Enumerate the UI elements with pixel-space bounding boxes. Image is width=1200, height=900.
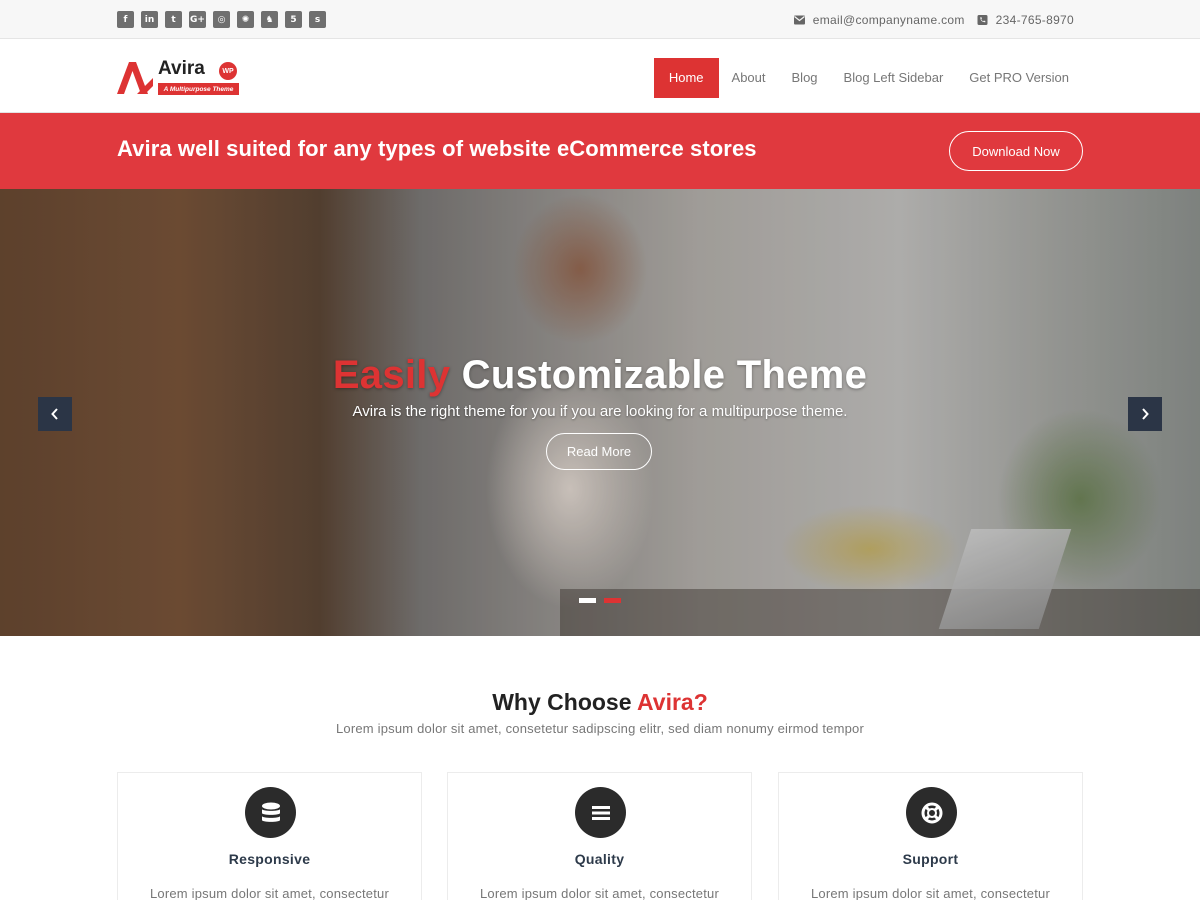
email-text: email@companyname.com	[812, 13, 965, 27]
hero-title: Easily Customizable Theme	[0, 353, 1200, 398]
slider-dot-2[interactable]	[604, 598, 621, 603]
feature-text: Lorem ipsum dolor sit amet, consectetur	[149, 886, 389, 900]
logo-badge: WP	[219, 62, 237, 80]
top-bar: f in t G+ ◎ ✺ ♞ 5 s email@companyname.co…	[0, 0, 1200, 39]
facebook-icon[interactable]: f	[117, 11, 134, 28]
slider-next-button[interactable]	[1128, 397, 1162, 431]
nav-about[interactable]: About	[719, 58, 779, 98]
linkedin-icon[interactable]: in	[141, 11, 158, 28]
chevron-right-icon	[1142, 408, 1149, 420]
contact-phone[interactable]: 234-765-8970	[977, 13, 1074, 27]
feature-title: Support	[902, 851, 959, 867]
site-logo[interactable]: Avira WP A Multipurpose Theme	[117, 58, 241, 96]
google-plus-icon[interactable]: G+	[189, 11, 206, 28]
nav-home[interactable]: Home	[653, 58, 719, 98]
site-header: Avira WP A Multipurpose Theme Home About…	[0, 40, 1200, 113]
logo-tagline: A Multipurpose Theme	[158, 83, 239, 95]
dribbble-icon[interactable]: ✺	[237, 11, 254, 28]
logo-mark-icon	[117, 62, 153, 94]
phone-text: 234-765-8970	[995, 13, 1074, 27]
social-links: f in t G+ ◎ ✺ ♞ 5 s	[117, 11, 326, 28]
feature-title: Quality	[574, 851, 625, 867]
slider-dot-1[interactable]	[579, 598, 596, 603]
life-ring-icon	[906, 787, 957, 838]
database-icon	[245, 787, 296, 838]
nav-blog-left-sidebar[interactable]: Blog Left Sidebar	[831, 58, 957, 98]
chevron-left-icon	[51, 408, 58, 420]
promo-banner: Avira well suited for any types of websi…	[0, 113, 1200, 189]
html5-icon[interactable]: 5	[285, 11, 302, 28]
contact-info: email@companyname.com 234-765-8970	[793, 13, 1074, 27]
instagram-icon[interactable]: ◎	[213, 11, 230, 28]
feature-title: Responsive	[228, 851, 311, 867]
section-title-plain: Why Choose	[492, 689, 638, 715]
github-icon[interactable]: ♞	[261, 11, 278, 28]
banner-text: Avira well suited for any types of websi…	[117, 136, 757, 161]
envelope-icon	[793, 15, 805, 25]
feature-card-responsive: Responsive Lorem ipsum dolor sit amet, c…	[117, 772, 422, 900]
slider-prev-button[interactable]	[38, 397, 72, 431]
download-now-button[interactable]: Download Now	[949, 131, 1083, 171]
list-icon	[575, 787, 626, 838]
feature-card-support: Support Lorem ipsum dolor sit amet, cons…	[778, 772, 1083, 900]
nav-get-pro[interactable]: Get PRO Version	[956, 58, 1082, 98]
section-title-accent: Avira?	[637, 689, 708, 715]
hero-title-accent: Easily	[332, 353, 451, 397]
hero-subtitle: Avira is the right theme for you if you …	[352, 403, 848, 420]
phone-icon	[977, 15, 988, 25]
read-more-button[interactable]: Read More	[546, 433, 652, 470]
logo-name: Avira	[158, 58, 205, 79]
main-nav: Home About Blog Blog Left Sidebar Get PR…	[653, 58, 1082, 98]
skype-icon[interactable]: s	[309, 11, 326, 28]
feature-text: Lorem ipsum dolor sit amet, consectetur	[810, 886, 1050, 900]
section-title: Why Choose Avira?	[0, 689, 1200, 716]
slider-indicators	[579, 598, 621, 603]
contact-email[interactable]: email@companyname.com	[793, 13, 965, 27]
section-subtitle: Lorem ipsum dolor sit amet, consetetur s…	[335, 721, 865, 736]
hero-slider: Easily Customizable Theme Avira is the r…	[0, 189, 1200, 636]
feature-text: Lorem ipsum dolor sit amet, consectetur	[479, 886, 719, 900]
feature-card-quality: Quality Lorem ipsum dolor sit amet, cons…	[447, 772, 752, 900]
nav-blog[interactable]: Blog	[779, 58, 831, 98]
hero-title-rest: Customizable Theme	[450, 353, 868, 397]
twitter-icon[interactable]: t	[165, 11, 182, 28]
